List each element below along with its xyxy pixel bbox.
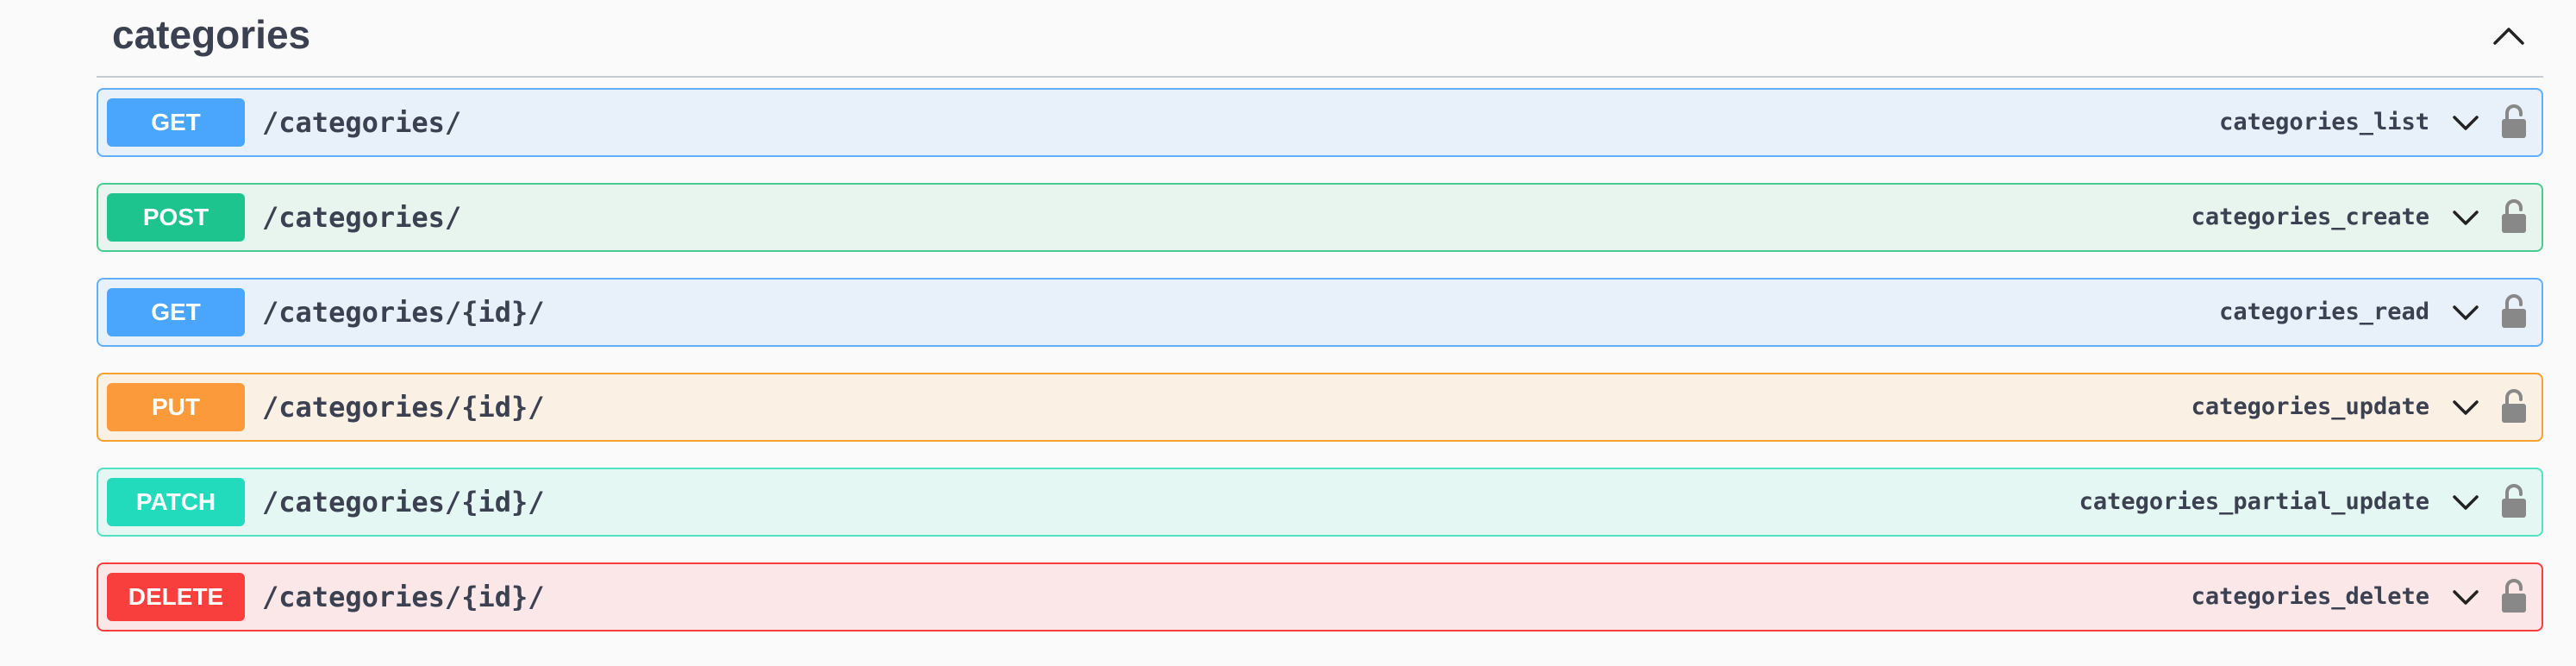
operation-row[interactable]: PATCH /categories/{id}/ categories_parti… <box>97 468 2543 537</box>
method-badge: GET <box>107 98 245 147</box>
chevron-down-icon[interactable] <box>2450 107 2481 138</box>
operation-id: categories_partial_update <box>2079 488 2429 515</box>
operation-path: /categories/ <box>262 201 462 234</box>
chevron-up-icon[interactable] <box>2490 17 2528 55</box>
operation-path: /categories/{id}/ <box>262 391 545 424</box>
tag-title: categories <box>112 12 311 57</box>
operation-row[interactable]: GET /categories/{id}/ categories_read <box>97 278 2543 347</box>
unlocked-icon[interactable] <box>2500 483 2528 519</box>
chevron-down-icon[interactable] <box>2450 487 2481 518</box>
tag-header[interactable]: categories <box>97 0 2543 78</box>
chevron-down-icon[interactable] <box>2450 297 2481 328</box>
method-badge: PATCH <box>107 478 245 526</box>
chevron-down-icon[interactable] <box>2450 202 2481 233</box>
operation-row[interactable]: PUT /categories/{id}/ categories_update <box>97 373 2543 442</box>
operation-id: categories_read <box>2219 298 2429 325</box>
operation-id: categories_create <box>2191 204 2429 230</box>
operation-id: categories_update <box>2191 393 2429 420</box>
unlocked-icon[interactable] <box>2500 293 2528 330</box>
chevron-down-icon[interactable] <box>2450 581 2481 613</box>
operation-row[interactable]: POST /categories/ categories_create <box>97 183 2543 252</box>
operation-id: categories_delete <box>2191 583 2429 610</box>
unlocked-icon[interactable] <box>2500 104 2528 140</box>
operation-id: categories_list <box>2219 109 2429 135</box>
method-badge: POST <box>107 193 245 242</box>
tag-section-categories: categories GET /categories/ categories_l… <box>97 0 2543 666</box>
operation-path: /categories/{id}/ <box>262 486 545 518</box>
chevron-down-icon[interactable] <box>2450 392 2481 423</box>
method-badge: DELETE <box>107 573 245 621</box>
operation-row[interactable]: GET /categories/ categories_list <box>97 88 2543 157</box>
unlocked-icon[interactable] <box>2500 388 2528 424</box>
operation-path: /categories/{id}/ <box>262 296 545 329</box>
operation-row[interactable]: DELETE /categories/{id}/ categories_dele… <box>97 562 2543 631</box>
operation-path: /categories/ <box>262 106 462 139</box>
unlocked-icon[interactable] <box>2500 198 2528 235</box>
method-badge: GET <box>107 288 245 336</box>
unlocked-icon[interactable] <box>2500 578 2528 614</box>
operation-path: /categories/{id}/ <box>262 581 545 613</box>
method-badge: PUT <box>107 383 245 431</box>
